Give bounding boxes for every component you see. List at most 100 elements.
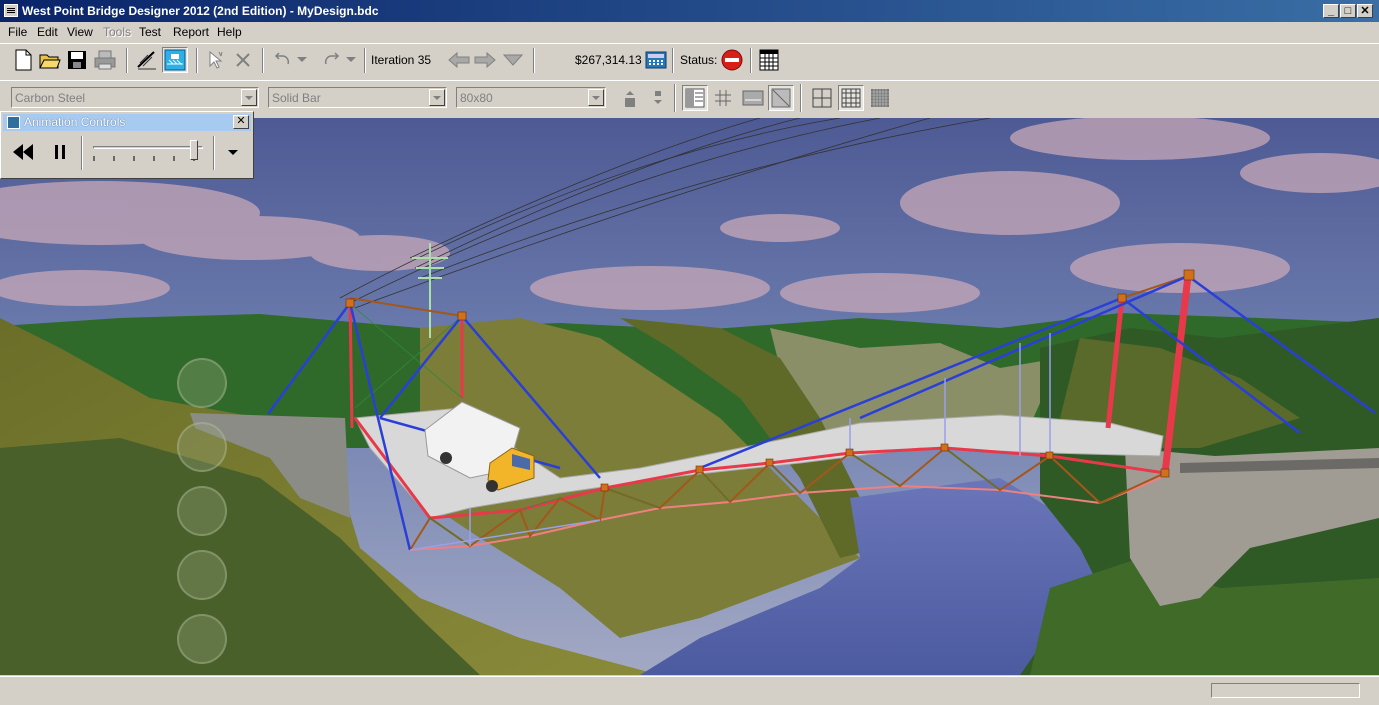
toolbar-separator — [364, 48, 366, 73]
home-view-button[interactable] — [177, 550, 227, 600]
panel-separator — [81, 136, 83, 170]
redo-dropdown[interactable] — [341, 47, 361, 73]
status-label: Status: — [680, 53, 718, 67]
medium-grid-icon — [841, 88, 861, 108]
drawing-board-button[interactable] — [134, 47, 160, 73]
toolbar-separator — [672, 48, 674, 73]
rewind-icon — [13, 144, 33, 160]
head-turn-button[interactable] — [177, 486, 227, 536]
printer-icon — [94, 50, 116, 70]
labels-icon — [742, 90, 764, 106]
member-list-icon — [685, 88, 705, 108]
panel-separator — [213, 136, 215, 170]
arrow-left-icon — [448, 52, 470, 68]
chevron-down-icon[interactable] — [241, 89, 257, 106]
medium-grid-button[interactable] — [838, 85, 864, 111]
status-bar — [0, 676, 1379, 705]
load-test-3d-view[interactable] — [0, 118, 1379, 675]
grid-icon — [715, 90, 731, 106]
walk-view-button[interactable] — [177, 358, 227, 408]
toolbar-separator — [126, 48, 128, 73]
chevron-down-icon[interactable] — [429, 89, 445, 106]
decrease-size-icon — [654, 91, 662, 104]
next-iteration-button[interactable] — [472, 47, 498, 73]
cost-value: $267,314.13 — [575, 53, 642, 67]
triangle-down-icon — [503, 54, 523, 66]
slider-thumb[interactable] — [190, 140, 199, 160]
grid-toggle-button[interactable] — [710, 85, 736, 111]
open-file-button[interactable] — [37, 47, 63, 73]
material-select[interactable]: Carbon Steel — [11, 87, 259, 108]
pause-icon — [55, 145, 65, 159]
template-toggle-button[interactable] — [768, 85, 794, 111]
animation-controls-titlebar[interactable]: Animation Controls ✕ — [3, 114, 251, 131]
menu-bar: File Edit View Tools Test Report Help — [0, 22, 1379, 42]
window-title-bar[interactable]: West Point Bridge Designer 2012 (2nd Edi… — [0, 0, 1379, 22]
main-toolbar: Iteration 35 $267,314.13 Status: — [0, 43, 1379, 76]
save-button[interactable] — [64, 47, 90, 73]
menu-report[interactable]: Report — [173, 25, 209, 39]
coarse-grid-icon — [812, 88, 832, 108]
close-panel-button[interactable]: ✕ — [233, 115, 249, 129]
animation-speed-slider[interactable] — [91, 140, 209, 166]
size-select[interactable]: 80x80 — [456, 87, 606, 108]
redo-icon — [324, 52, 340, 65]
animation-options-dropdown[interactable] — [223, 140, 243, 166]
decrease-size-button[interactable] — [645, 86, 671, 112]
print-button[interactable] — [92, 47, 118, 73]
select-tool-button[interactable] — [203, 47, 229, 73]
truck-view-button[interactable] — [177, 614, 227, 664]
previous-iteration-button[interactable] — [446, 47, 472, 73]
delete-x-icon — [236, 53, 250, 67]
section-value: Solid Bar — [272, 91, 321, 105]
rewind-button[interactable] — [9, 138, 37, 166]
labels-toggle-button[interactable] — [740, 85, 766, 111]
toolbar-separator — [800, 84, 802, 112]
chevron-down-icon[interactable] — [588, 89, 604, 106]
status-progress-box — [1211, 683, 1360, 698]
minimize-button[interactable]: _ — [1323, 4, 1339, 18]
app-icon[interactable] — [4, 4, 18, 17]
increase-size-button[interactable] — [617, 86, 643, 112]
save-disk-icon — [68, 51, 86, 69]
chevron-down-icon — [346, 57, 356, 62]
increase-size-icon — [625, 91, 635, 107]
undo-dropdown[interactable] — [292, 47, 312, 73]
toolbar-separator — [533, 48, 535, 73]
menu-view[interactable]: View — [67, 25, 93, 39]
arrow-right-icon — [474, 52, 496, 68]
new-file-button[interactable] — [10, 47, 36, 73]
no-entry-icon — [721, 49, 743, 71]
menu-help[interactable]: Help — [217, 25, 242, 39]
fine-grid-button[interactable] — [867, 85, 893, 111]
open-folder-icon — [39, 54, 61, 69]
menu-file[interactable]: File — [8, 25, 27, 39]
toolbar-separator — [674, 84, 676, 112]
menu-test[interactable]: Test — [139, 25, 161, 39]
animation-controls-title: Animation Controls — [24, 115, 126, 129]
maximize-button[interactable]: □ — [1340, 4, 1356, 18]
section-select[interactable]: Solid Bar — [268, 87, 447, 108]
panel-icon — [7, 116, 20, 129]
pause-button[interactable] — [47, 138, 73, 166]
calculator-icon — [645, 51, 667, 69]
iteration-browser-button[interactable] — [500, 47, 526, 73]
coarse-grid-button[interactable] — [809, 85, 835, 111]
new-file-icon — [15, 49, 32, 71]
cost-calculator-button[interactable] — [643, 47, 669, 73]
status-indicator[interactable] — [719, 47, 745, 73]
member-table-button[interactable] — [756, 47, 782, 73]
load-test-icon — [164, 49, 186, 71]
close-button[interactable]: ✕ — [1357, 4, 1373, 18]
template-icon — [771, 88, 791, 108]
load-test-button[interactable] — [162, 47, 188, 73]
chevron-down-icon — [228, 150, 238, 155]
pan-hand-button[interactable] — [177, 422, 227, 472]
toolbar-separator — [196, 48, 198, 73]
delete-button[interactable] — [230, 47, 256, 73]
menu-tools[interactable]: Tools — [103, 25, 131, 39]
select-pointer-icon — [209, 50, 223, 69]
window-title: West Point Bridge Designer 2012 (2nd Edi… — [22, 4, 379, 18]
menu-edit[interactable]: Edit — [37, 25, 58, 39]
show-member-list-button[interactable] — [682, 85, 708, 111]
